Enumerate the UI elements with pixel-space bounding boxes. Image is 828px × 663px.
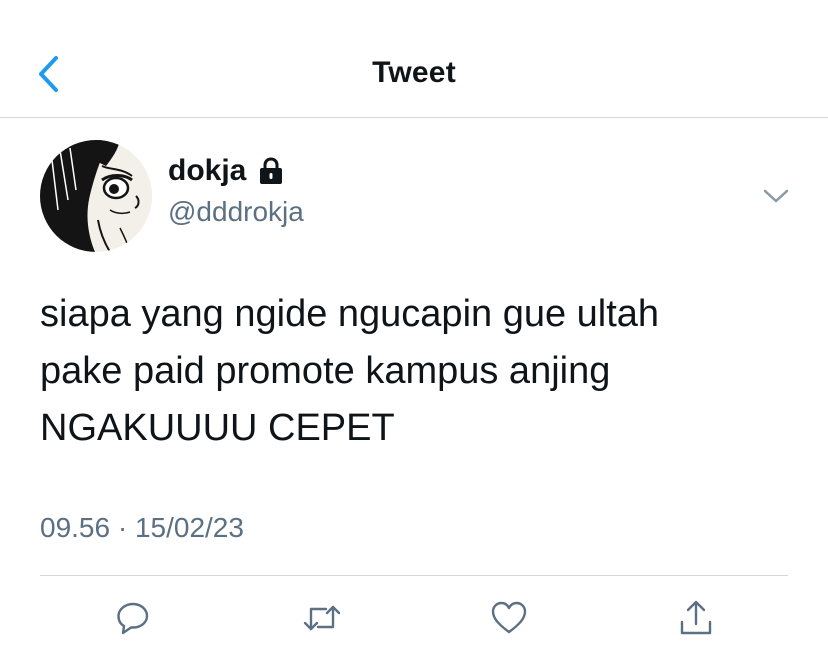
more-options-button[interactable] <box>760 182 792 210</box>
display-name-row: dokja <box>168 154 284 188</box>
retweet-icon <box>303 605 341 631</box>
page-title: Tweet <box>372 56 456 89</box>
tweet-detail-screen: Tweet dokja @dddrokja siapa yang ngide n… <box>0 0 828 663</box>
display-name[interactable]: dokja <box>168 154 246 188</box>
lock-icon <box>258 156 284 186</box>
avatar[interactable] <box>40 140 152 252</box>
tweet-timestamp: 09.56 · 15/02/23 <box>40 512 244 543</box>
reply-button[interactable] <box>111 596 155 640</box>
divider <box>40 575 788 576</box>
heart-icon <box>491 601 527 634</box>
tweet-line: NGAKUUUU CEPET <box>40 407 395 449</box>
tweet-text: siapa yang ngide ngucapin gue ultah pake… <box>40 286 800 457</box>
retweet-button[interactable] <box>300 596 344 640</box>
tweet-line: pake paid promote kampus anjing <box>40 350 611 392</box>
user-handle[interactable]: @dddrokja <box>168 196 304 228</box>
like-button[interactable] <box>487 596 531 640</box>
share-button[interactable] <box>674 596 718 640</box>
reply-icon <box>117 602 149 635</box>
chevron-down-icon <box>763 189 789 203</box>
share-icon <box>680 600 712 635</box>
tweet-line: siapa yang ngide ngucapin gue ultah <box>40 293 660 335</box>
avatar-image <box>40 140 152 252</box>
nav-header: Tweet <box>0 0 828 118</box>
